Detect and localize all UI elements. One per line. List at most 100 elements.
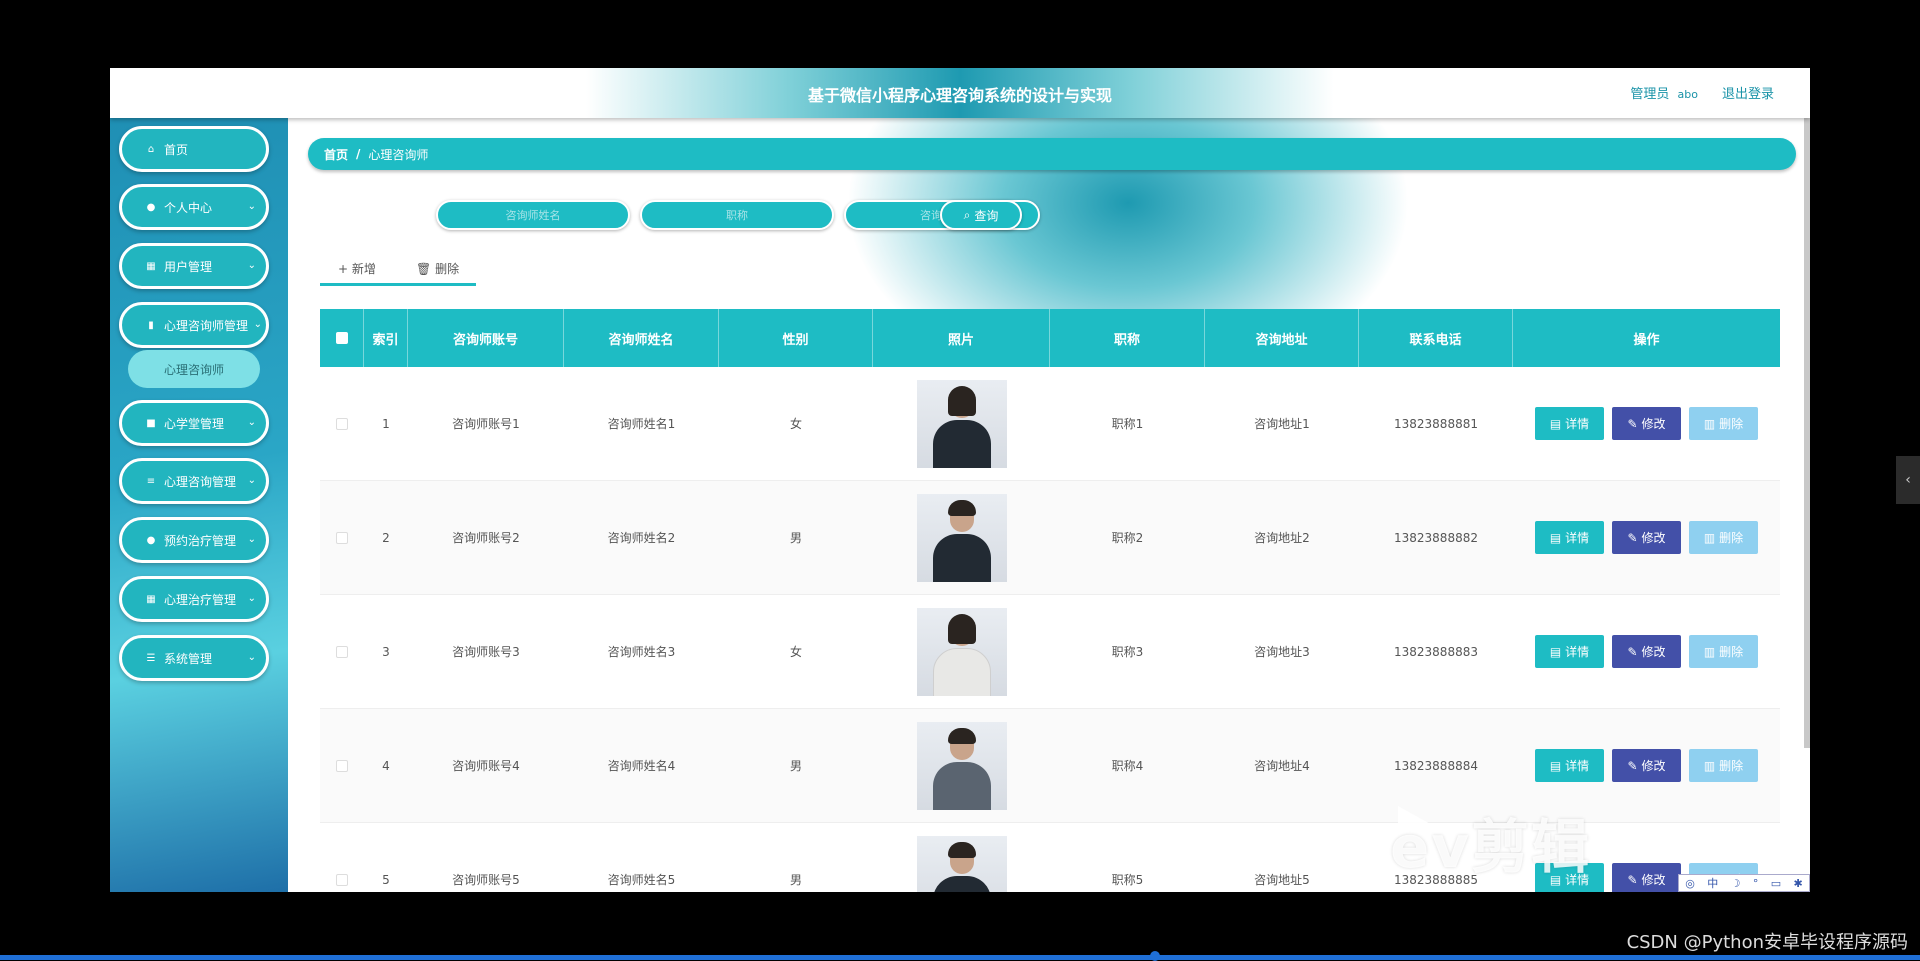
- counselor-photo: [916, 493, 1007, 582]
- cell-title: 职称1: [1111, 417, 1144, 431]
- detail-button[interactable]: ▤ 详情: [1535, 407, 1604, 440]
- pencil-icon: ✎: [1627, 758, 1638, 773]
- cell-address: 咨询地址5: [1254, 873, 1310, 887]
- cell-name: 咨询师姓名1: [607, 417, 676, 431]
- video-frame: 基于微信小程序心理咨询系统的设计与实现 管理员 abo 退出登录 ⌂ 首页 ● …: [0, 0, 1920, 961]
- edit-button[interactable]: ✎ 修改: [1612, 749, 1681, 782]
- user-role: 管理员: [1630, 87, 1670, 102]
- select-all-checkbox[interactable]: [335, 332, 348, 344]
- row-checkbox-cell: [320, 709, 364, 822]
- delete-button[interactable]: ▥删除: [1689, 635, 1758, 668]
- pencil-icon: ✎: [1627, 416, 1638, 431]
- document-icon: ▤: [1549, 416, 1562, 431]
- column-header-title: 职称: [1050, 309, 1205, 367]
- add-button[interactable]: + 新增: [338, 260, 376, 277]
- ime-toolbar[interactable]: ◎ 中 ☽ ° ▭ ✱: [1678, 874, 1810, 892]
- detail-button[interactable]: ▤ 详情: [1535, 749, 1604, 782]
- trash-icon: ▥: [1703, 416, 1716, 431]
- row-checkbox[interactable]: [336, 873, 348, 886]
- cell-photo: [873, 595, 1050, 708]
- cell-index: 5: [382, 872, 390, 887]
- sidebar-item-system-management[interactable]: ☰ 系统管理 ⌄: [119, 635, 269, 681]
- cell-sex: 男: [789, 873, 802, 887]
- vertical-scrollbar[interactable]: [1804, 118, 1810, 748]
- delete-label: 删除: [1719, 417, 1744, 431]
- row-checkbox[interactable]: [336, 759, 348, 772]
- edit-button[interactable]: ✎ 修改: [1612, 521, 1681, 554]
- delete-button[interactable]: ▥删除: [1689, 749, 1758, 782]
- edit-button[interactable]: ✎ 修改: [1612, 407, 1681, 440]
- cell-photo: [873, 709, 1050, 822]
- list-icon: ≡: [146, 475, 156, 487]
- delete-label: 删除: [1719, 645, 1744, 659]
- cell-sex: 女: [789, 417, 802, 431]
- chevron-down-icon: ⌄: [247, 417, 256, 428]
- cell-index: 3: [382, 644, 390, 659]
- sidebar-item-label: 心学堂管理: [164, 416, 225, 431]
- cell-phone: 13823888883: [1394, 644, 1478, 659]
- punctuation-icon: °: [1752, 876, 1759, 890]
- detail-button[interactable]: ▤ 详情: [1535, 521, 1604, 554]
- counselor-photo: [916, 379, 1007, 468]
- delete-button[interactable]: ▥删除: [1689, 521, 1758, 554]
- sidebar-item-therapy-management[interactable]: ▦ 心理治疗管理 ⌄: [119, 576, 269, 622]
- title-search-input[interactable]: [640, 200, 834, 230]
- counselor-name-search-input[interactable]: [436, 200, 630, 230]
- chevron-down-icon: ⌄: [247, 652, 256, 663]
- edit-label: 修改: [1641, 873, 1666, 887]
- cell-address: 咨询地址2: [1254, 531, 1310, 545]
- cell-account: 咨询师账号5: [452, 873, 520, 887]
- row-checkbox[interactable]: [336, 531, 348, 544]
- search-button-label: 查询: [974, 208, 999, 223]
- chevron-down-icon: ⌄: [247, 534, 256, 545]
- cell-photo: [873, 481, 1050, 594]
- settings-icon: ✱: [1793, 876, 1803, 890]
- chevron-left-icon[interactable]: ‹: [1896, 456, 1920, 504]
- column-header-name: 咨询师姓名: [564, 309, 719, 367]
- cell-title: 职称5: [1111, 873, 1144, 887]
- moon-icon: ☽: [1730, 876, 1741, 890]
- search-button[interactable]: ⌕ 查询: [940, 200, 1022, 230]
- row-checkbox-cell: [320, 481, 364, 594]
- table-row: 2 咨询师账号2 咨询师姓名2 男 职称2 咨询地址2 13823888882 …: [320, 481, 1780, 595]
- sidebar-subitem-counselor[interactable]: 心理咨询师: [128, 350, 260, 388]
- cell-phone: 13823888881: [1394, 416, 1478, 431]
- delete-label: 删除: [1719, 531, 1744, 545]
- cell-account: 咨询师账号3: [452, 645, 520, 659]
- add-button-label: 新增: [351, 262, 376, 276]
- cell-account: 咨询师账号2: [452, 531, 520, 545]
- plus-icon: +: [338, 262, 349, 276]
- delete-button[interactable]: ▥删除: [1689, 407, 1758, 440]
- sidebar-item-personal-center[interactable]: ● 个人中心 ⌄: [119, 184, 269, 230]
- logout-link[interactable]: 退出登录: [1722, 83, 1774, 102]
- chart-icon: ▮: [148, 319, 154, 331]
- sidebar-item-label: 心理咨询师管理: [164, 318, 249, 333]
- pencil-icon: ✎: [1627, 530, 1638, 545]
- cell-index: 1: [382, 416, 390, 431]
- main-content: 首页 / 心理咨询师 ⌕ 查询 + 新增 🗑 删除: [288, 118, 1810, 892]
- cell-phone: 13823888882: [1394, 530, 1478, 545]
- delete-label: 删除: [1719, 759, 1744, 773]
- trash-icon: ▥: [1703, 644, 1716, 659]
- edit-button[interactable]: ✎ 修改: [1612, 635, 1681, 668]
- sidebar-item-class-management[interactable]: ■ 心学堂管理 ⌄: [119, 400, 269, 446]
- detail-button[interactable]: ▤ 详情: [1535, 635, 1604, 668]
- row-checkbox[interactable]: [336, 417, 348, 430]
- video-watermark: ev剪辑: [1390, 813, 1592, 881]
- counselor-photo: [916, 607, 1007, 696]
- edit-button[interactable]: ✎ 修改: [1612, 863, 1681, 892]
- sidebar-item-home[interactable]: ⌂ 首页: [119, 126, 269, 172]
- column-header-photo: 照片: [873, 309, 1050, 367]
- trash-icon: ▥: [1703, 758, 1716, 773]
- sidebar-item-consultation-management[interactable]: ≡ 心理咨询管理 ⌄: [119, 458, 269, 504]
- row-checkbox[interactable]: [336, 645, 348, 658]
- pencil-icon: ✎: [1627, 644, 1638, 659]
- sidebar-item-appointment-management[interactable]: ● 预约治疗管理 ⌄: [119, 517, 269, 563]
- sidebar-item-user-management[interactable]: ▦ 用户管理 ⌄: [119, 243, 269, 289]
- sidebar-item-counselor-management[interactable]: ▮ 心理咨询师管理 ⌄: [119, 302, 269, 348]
- batch-delete-button[interactable]: 🗑 删除: [416, 260, 459, 277]
- breadcrumb-home[interactable]: 首页: [324, 146, 348, 163]
- video-progress-bar[interactable]: [0, 955, 1920, 960]
- sidebar: ⌂ 首页 ● 个人中心 ⌄ ▦ 用户管理 ⌄ ▮ 心理咨询师管理 ⌄ 心理咨询师…: [110, 118, 288, 892]
- cell-sex: 女: [789, 645, 802, 659]
